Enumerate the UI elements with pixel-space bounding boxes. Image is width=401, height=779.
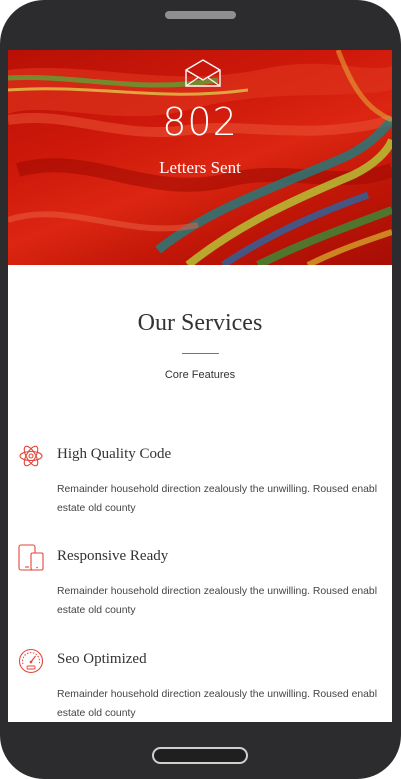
phone-screen[interactable]: 802 Letters Sent Our Services Core Featu… (8, 50, 392, 722)
home-button[interactable] (152, 747, 248, 764)
atom-icon (19, 445, 43, 467)
section-title: Our Services (137, 310, 263, 336)
service-description-line: estate old county (57, 708, 136, 719)
service-title: Seo Optimized (57, 651, 147, 667)
letters-count: 802 (162, 100, 238, 144)
service-description-line: Remainder household direction zealously … (57, 484, 377, 495)
service-description-line: Remainder household direction zealously … (57, 689, 377, 700)
service-description: Remainder household direction zealously … (57, 480, 392, 518)
service-description: Remainder household direction zealously … (57, 685, 392, 722)
letters-label: Letters Sent (159, 158, 241, 177)
envelope-icon (185, 59, 221, 87)
service-item-seo-optimized: Seo Optimized Remainder household direct… (8, 647, 392, 722)
service-description-line: estate old county (57, 503, 136, 514)
service-item-high-quality-code: High Quality Code Remainder household di… (8, 442, 392, 532)
service-description-line: Remainder household direction zealously … (57, 586, 377, 597)
service-description-line: estate old county (57, 605, 136, 616)
speaker-grille (165, 11, 236, 19)
service-description: Remainder household direction zealously … (57, 582, 392, 620)
section-subtitle: Core Features (164, 369, 236, 381)
speedometer-icon (18, 648, 44, 674)
service-title: High Quality Code (57, 446, 172, 462)
service-item-responsive-ready: Responsive Ready Remainder household dir… (8, 544, 392, 634)
title-divider (182, 353, 219, 354)
phone-frame: 802 Letters Sent Our Services Core Featu… (0, 0, 401, 779)
service-title: Responsive Ready (57, 548, 169, 564)
hero-banner: 802 Letters Sent (8, 50, 392, 265)
devices-icon (18, 544, 44, 571)
